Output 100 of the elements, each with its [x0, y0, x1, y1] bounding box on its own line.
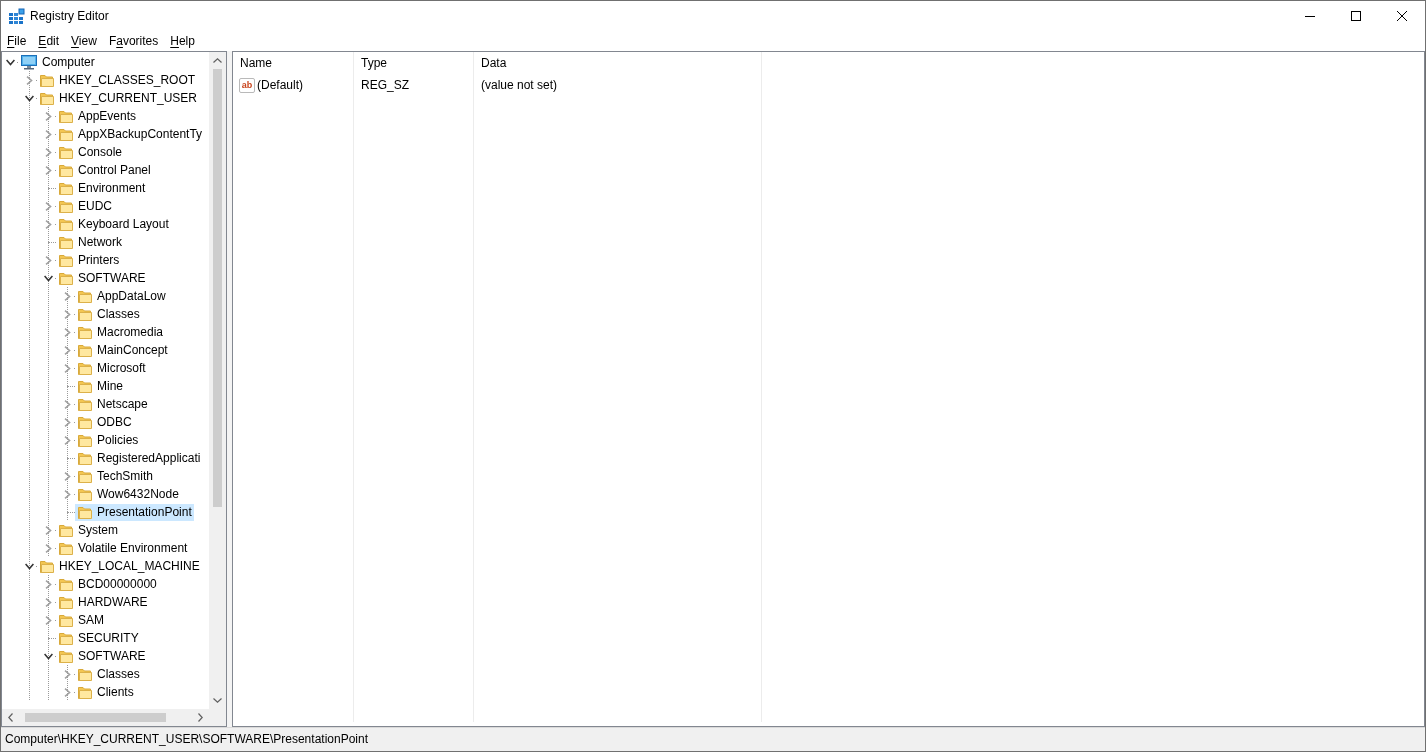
tree-item[interactable]: Printers [56, 251, 122, 269]
chevron-right-icon[interactable] [63, 291, 72, 301]
chevron-right-icon[interactable] [25, 75, 34, 85]
chevron-right-icon[interactable] [44, 219, 53, 229]
chevron-right-icon[interactable] [44, 615, 53, 625]
chevron-right-icon[interactable] [44, 543, 53, 553]
chevron-down-icon[interactable] [25, 93, 34, 103]
folder-icon [77, 432, 93, 448]
chevron-down-icon[interactable] [44, 273, 53, 283]
chevron-right-icon[interactable] [63, 489, 72, 499]
column-header[interactable]: Data [474, 56, 762, 71]
tree-item[interactable]: MainConcept [75, 341, 170, 359]
folder-icon [58, 630, 74, 646]
tree-item[interactable]: SECURITY [56, 629, 141, 647]
chevron-right-icon[interactable] [63, 309, 72, 319]
tree-item[interactable]: Microsoft [75, 359, 148, 377]
menu-item[interactable]: Help [164, 32, 201, 50]
tree-item[interactable]: System [56, 521, 120, 539]
tree-item[interactable]: HKEY_CLASSES_ROOT [37, 71, 198, 89]
chevron-down-icon [213, 698, 222, 703]
folder-icon [58, 126, 74, 142]
chevron-right-icon[interactable] [44, 165, 53, 175]
tree-item[interactable]: HKEY_LOCAL_MACHINE [37, 557, 202, 575]
folder-icon [39, 90, 55, 106]
chevron-right-icon[interactable] [63, 399, 72, 409]
tree-item[interactable]: Mine [75, 377, 125, 395]
value-name[interactable]: ab (Default) [239, 78, 305, 93]
chevron-right-icon[interactable] [63, 687, 72, 697]
tree-item[interactable]: EUDC [56, 197, 114, 215]
chevron-right-icon[interactable] [44, 111, 53, 121]
column-header[interactable]: Name [233, 56, 354, 71]
chevron-down-icon[interactable] [44, 651, 53, 661]
tree-item[interactable]: Console [56, 143, 125, 161]
folder-icon [77, 360, 93, 376]
minimize-icon [1305, 15, 1315, 17]
folder-icon [77, 468, 93, 484]
tree-item[interactable]: TechSmith [75, 467, 156, 485]
tree-item[interactable]: HARDWARE [56, 593, 150, 611]
folder-icon [77, 342, 93, 358]
table-cell-text: (value not set) [480, 77, 559, 93]
tree-item[interactable]: SOFTWARE [56, 269, 148, 287]
tree-item[interactable]: SAM [56, 611, 106, 629]
menu-item[interactable]: Edit [32, 32, 66, 50]
folder-icon [58, 612, 74, 628]
folder-icon [77, 306, 93, 322]
tree-item[interactable]: BCD00000000 [56, 575, 159, 593]
tree-item[interactable]: SOFTWARE [56, 647, 148, 665]
folder-icon [58, 270, 74, 286]
tree-item[interactable]: PresentationPoint [75, 503, 194, 521]
chevron-right-icon[interactable] [63, 471, 72, 481]
scrollbar-thumb[interactable] [25, 713, 166, 722]
column-header[interactable]: Type [354, 56, 474, 71]
folder-icon [58, 180, 74, 196]
chevron-left-icon [8, 713, 13, 722]
tree-item[interactable]: Computer [18, 53, 97, 71]
folder-icon [58, 594, 74, 610]
tree-item[interactable]: Volatile Environment [56, 539, 190, 557]
tree-item[interactable]: AppEvents [56, 107, 139, 125]
folder-icon [39, 72, 55, 88]
tree-item[interactable]: Network [56, 233, 124, 251]
tree-item[interactable]: Policies [75, 431, 141, 449]
tree-item[interactable]: ODBC [75, 413, 134, 431]
tree-item[interactable]: Control Panel [56, 161, 153, 179]
chevron-down-icon[interactable] [25, 561, 34, 571]
chevron-right-icon[interactable] [63, 435, 72, 445]
tree-item[interactable]: HKEY_CURRENT_USER [37, 89, 200, 107]
tree-item[interactable]: Environment [56, 179, 148, 197]
tree-item[interactable]: AppXBackupContentTy [56, 125, 205, 143]
tree-item[interactable]: Classes [75, 665, 142, 683]
tree-item[interactable]: AppDataLow [75, 287, 168, 305]
chevron-right-icon[interactable] [44, 129, 53, 139]
horizontal-scrollbar[interactable] [2, 709, 209, 726]
chevron-right-icon[interactable] [44, 525, 53, 535]
chevron-up-icon [213, 58, 222, 63]
folder-icon [58, 648, 74, 664]
chevron-right-icon[interactable] [63, 345, 72, 355]
tree-item[interactable]: Wow6432Node [75, 485, 181, 503]
menu-item[interactable]: View [65, 32, 103, 50]
tree-item[interactable]: RegisteredApplicati [75, 449, 203, 467]
chevron-right-icon[interactable] [44, 201, 53, 211]
tree-item[interactable]: Netscape [75, 395, 150, 413]
chevron-down-icon[interactable] [6, 57, 15, 67]
folder-icon [77, 288, 93, 304]
menu-item[interactable]: File [1, 32, 33, 50]
folder-icon [58, 234, 74, 250]
tree-item[interactable]: Clients [75, 683, 136, 701]
chevron-right-icon[interactable] [63, 327, 72, 337]
chevron-right-icon[interactable] [44, 597, 53, 607]
tree-item[interactable]: Classes [75, 305, 142, 323]
scrollbar-thumb[interactable] [213, 69, 222, 507]
chevron-right-icon[interactable] [44, 147, 53, 157]
menu-item[interactable]: Favorites [102, 32, 165, 50]
chevron-right-icon[interactable] [63, 417, 72, 427]
tree-item[interactable]: Macromedia [75, 323, 166, 341]
vertical-scrollbar[interactable] [209, 52, 226, 709]
chevron-right-icon[interactable] [63, 669, 72, 679]
chevron-right-icon[interactable] [63, 363, 72, 373]
chevron-right-icon[interactable] [44, 255, 53, 265]
chevron-right-icon[interactable] [44, 579, 53, 589]
tree-item[interactable]: Keyboard Layout [56, 215, 171, 233]
